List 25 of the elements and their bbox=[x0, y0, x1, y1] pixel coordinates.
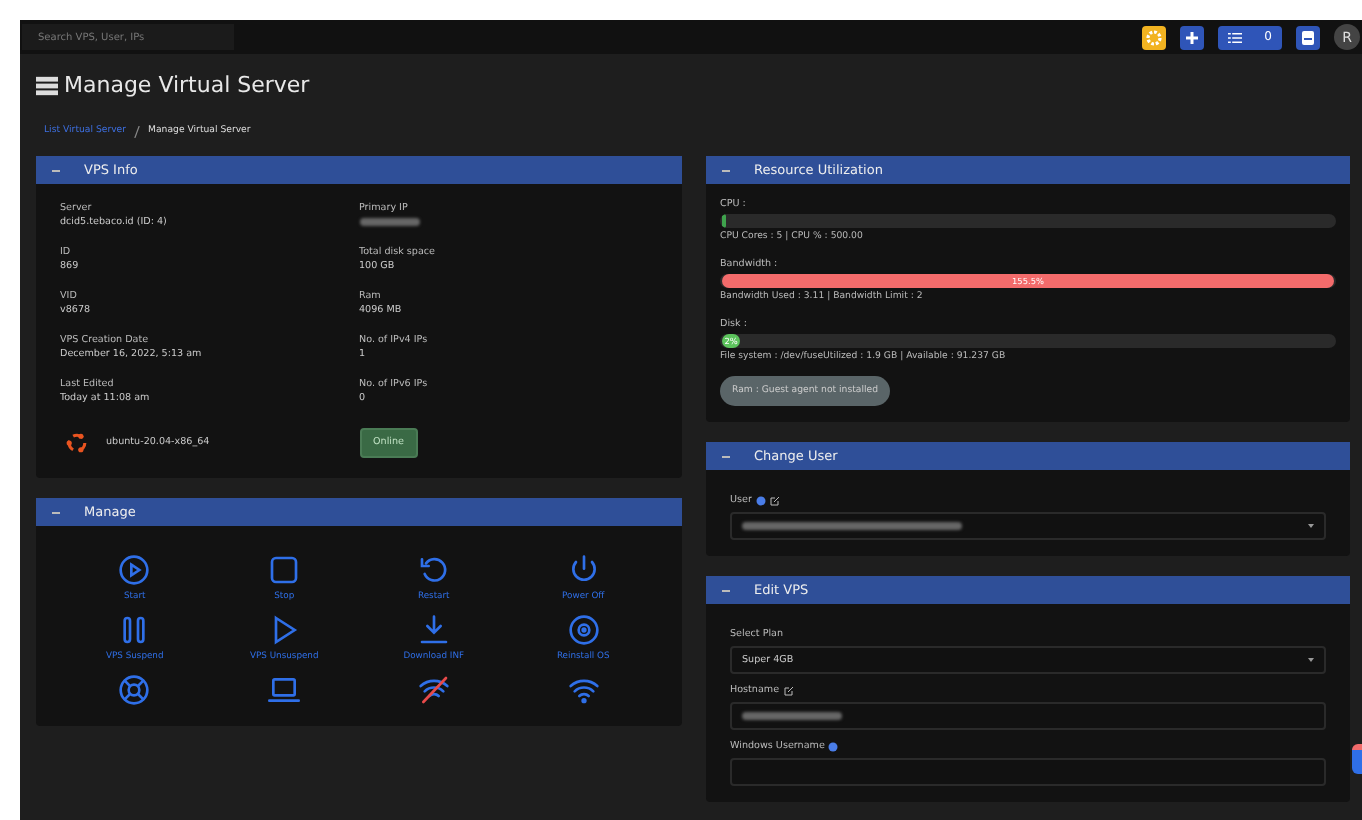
list-icon bbox=[1228, 31, 1242, 43]
download-icon bbox=[417, 614, 450, 646]
separator-icon bbox=[134, 126, 141, 138]
floating-button[interactable] bbox=[1352, 744, 1362, 774]
stop-icon bbox=[268, 554, 301, 586]
input-field[interactable] bbox=[730, 758, 1326, 786]
document-icon[interactable] bbox=[1296, 25, 1320, 49]
server-icon bbox=[36, 75, 58, 95]
plus-icon[interactable] bbox=[1180, 25, 1204, 49]
restart-icon bbox=[417, 554, 450, 586]
ubuntu-logo-icon bbox=[64, 430, 90, 456]
page-title: Manage Virtual Server bbox=[64, 72, 310, 98]
laptop-icon bbox=[268, 674, 301, 706]
edit-icon[interactable] bbox=[783, 686, 794, 696]
power-icon bbox=[567, 554, 600, 586]
gear-icon[interactable] bbox=[1142, 25, 1166, 49]
edit-icon[interactable] bbox=[769, 496, 780, 506]
lifebuoy-icon bbox=[118, 674, 151, 706]
disc-icon bbox=[567, 614, 600, 646]
info-icon bbox=[755, 496, 766, 506]
wifi-icon bbox=[567, 674, 600, 706]
pause-icon bbox=[118, 614, 151, 646]
wifi-off-icon bbox=[417, 674, 450, 706]
input-field[interactable] bbox=[730, 702, 1326, 730]
play-icon bbox=[118, 554, 151, 586]
